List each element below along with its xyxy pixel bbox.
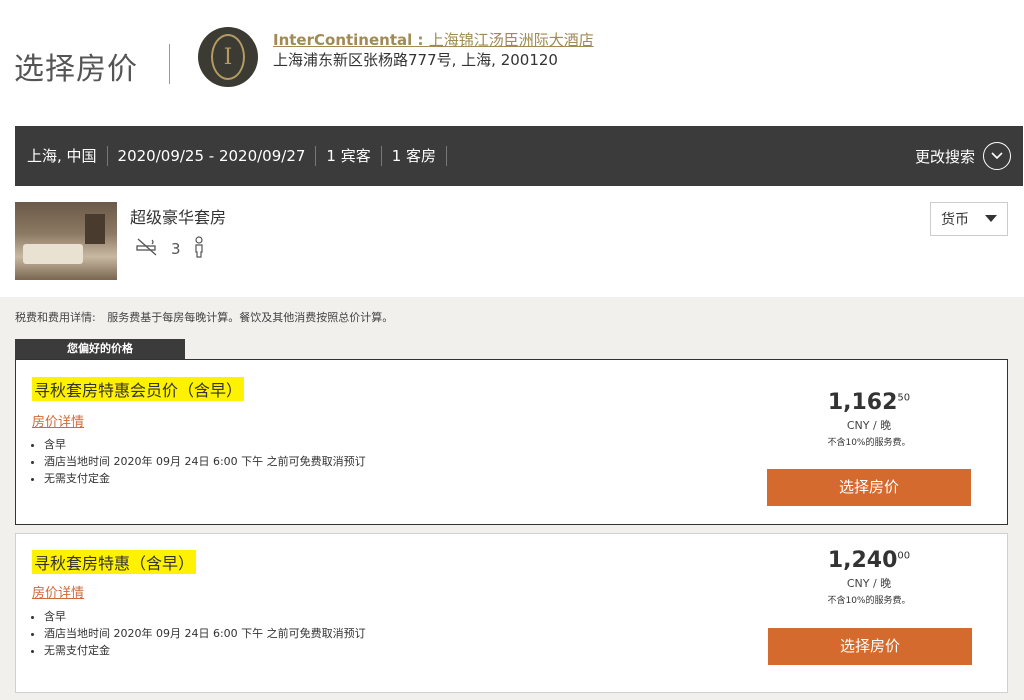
hotel-local-name: 上海锦江汤臣洲际大酒店	[428, 31, 594, 49]
caret-down-icon	[985, 211, 997, 227]
list-item: 含早	[44, 436, 366, 453]
list-item: 酒店当地时间 2020年 09月 24日 6:00 下午 之前可免费取消预订	[44, 453, 366, 470]
change-search-label: 更改搜索	[914, 147, 975, 166]
list-item: 无需支付定金	[44, 470, 366, 487]
person-icon	[193, 236, 205, 262]
search-rooms: 1 客房	[382, 146, 448, 166]
change-search-button[interactable]: 更改搜索	[915, 142, 1011, 170]
price-note: 不含10%的服务费。	[827, 438, 911, 448]
price-amount: 1,240	[827, 548, 898, 573]
rate-details-link[interactable]: 房价详情	[32, 582, 84, 601]
search-location: 上海, 中国	[15, 146, 108, 166]
preferred-rate-tab: 您偏好的价格	[15, 339, 185, 359]
no-smoking-icon	[135, 237, 159, 261]
price-unit: CNY / 晚	[846, 419, 892, 432]
hotel-address: 上海浦东新区张杨路777号, 上海, 200120	[273, 51, 558, 69]
rate-features: 含早 酒店当地时间 2020年 09月 24日 6:00 下午 之前可免费取消预…	[32, 608, 366, 659]
rate-details-link[interactable]: 房价详情	[32, 411, 84, 430]
tax-note: 税费和费用详情: 服务费基于每房每晚计算。餐饮及其他消费按照总价计算。	[15, 309, 393, 325]
price-cents: 00	[897, 550, 911, 562]
room-name: 超级豪华套房	[130, 208, 227, 227]
chevron-down-icon	[983, 142, 1011, 170]
currency-label: 货币	[941, 212, 969, 228]
room-attributes: 3	[135, 236, 205, 262]
rate-title: 寻秋套房特惠（含早）	[32, 550, 197, 574]
hotel-logo: I	[198, 27, 258, 87]
select-rate-button[interactable]: 选择房价	[767, 469, 971, 506]
search-summary-bar: 上海, 中国 2020/09/25 - 2020/09/27 1 宾客 1 客房…	[15, 126, 1023, 186]
select-rate-button[interactable]: 选择房价	[768, 628, 972, 665]
occupancy-count: 3	[171, 240, 181, 258]
room-info: 超级豪华套房 3 货币	[15, 202, 1023, 282]
list-item: 无需支付定金	[44, 642, 366, 659]
tax-note-label: 税费和费用详情:	[15, 311, 96, 324]
rate-price: 1,16250 CNY / 晚 不含10%的服务费。	[769, 390, 969, 448]
list-item: 酒店当地时间 2020年 09月 24日 6:00 下午 之前可免费取消预订	[44, 625, 366, 642]
rate-card: 寻秋套房特惠会员价（含早） 房价详情 含早 酒店当地时间 2020年 09月 2…	[15, 359, 1008, 525]
room-photo[interactable]	[15, 202, 117, 280]
hotel-brand: InterContinental :	[273, 31, 429, 49]
list-item: 含早	[44, 608, 366, 625]
page-title: 选择房价	[14, 52, 138, 87]
price-cents: 50	[897, 392, 911, 404]
rate-price: 1,24000 CNY / 晚 不含10%的服务费。	[769, 548, 969, 606]
price-unit: CNY / 晚	[846, 577, 892, 590]
title-divider	[169, 44, 170, 84]
tax-note-text: 服务费基于每房每晚计算。餐饮及其他消费按照总价计算。	[107, 311, 394, 324]
currency-select[interactable]: 货币	[930, 202, 1008, 236]
price-note: 不含10%的服务费。	[827, 596, 911, 606]
search-guests: 1 宾客	[316, 146, 382, 166]
rate-card: 寻秋套房特惠（含早） 房价详情 含早 酒店当地时间 2020年 09月 24日 …	[15, 533, 1008, 693]
rate-title: 寻秋套房特惠会员价（含早）	[32, 377, 245, 401]
price-amount: 1,162	[827, 390, 898, 415]
rate-features: 含早 酒店当地时间 2020年 09月 24日 6:00 下午 之前可免费取消预…	[32, 436, 366, 487]
search-dates: 2020/09/25 - 2020/09/27	[108, 146, 317, 166]
logo-letter: I	[211, 34, 245, 80]
hotel-name-link[interactable]: InterContinental : 上海锦江汤臣洲际大酒店	[273, 29, 594, 50]
